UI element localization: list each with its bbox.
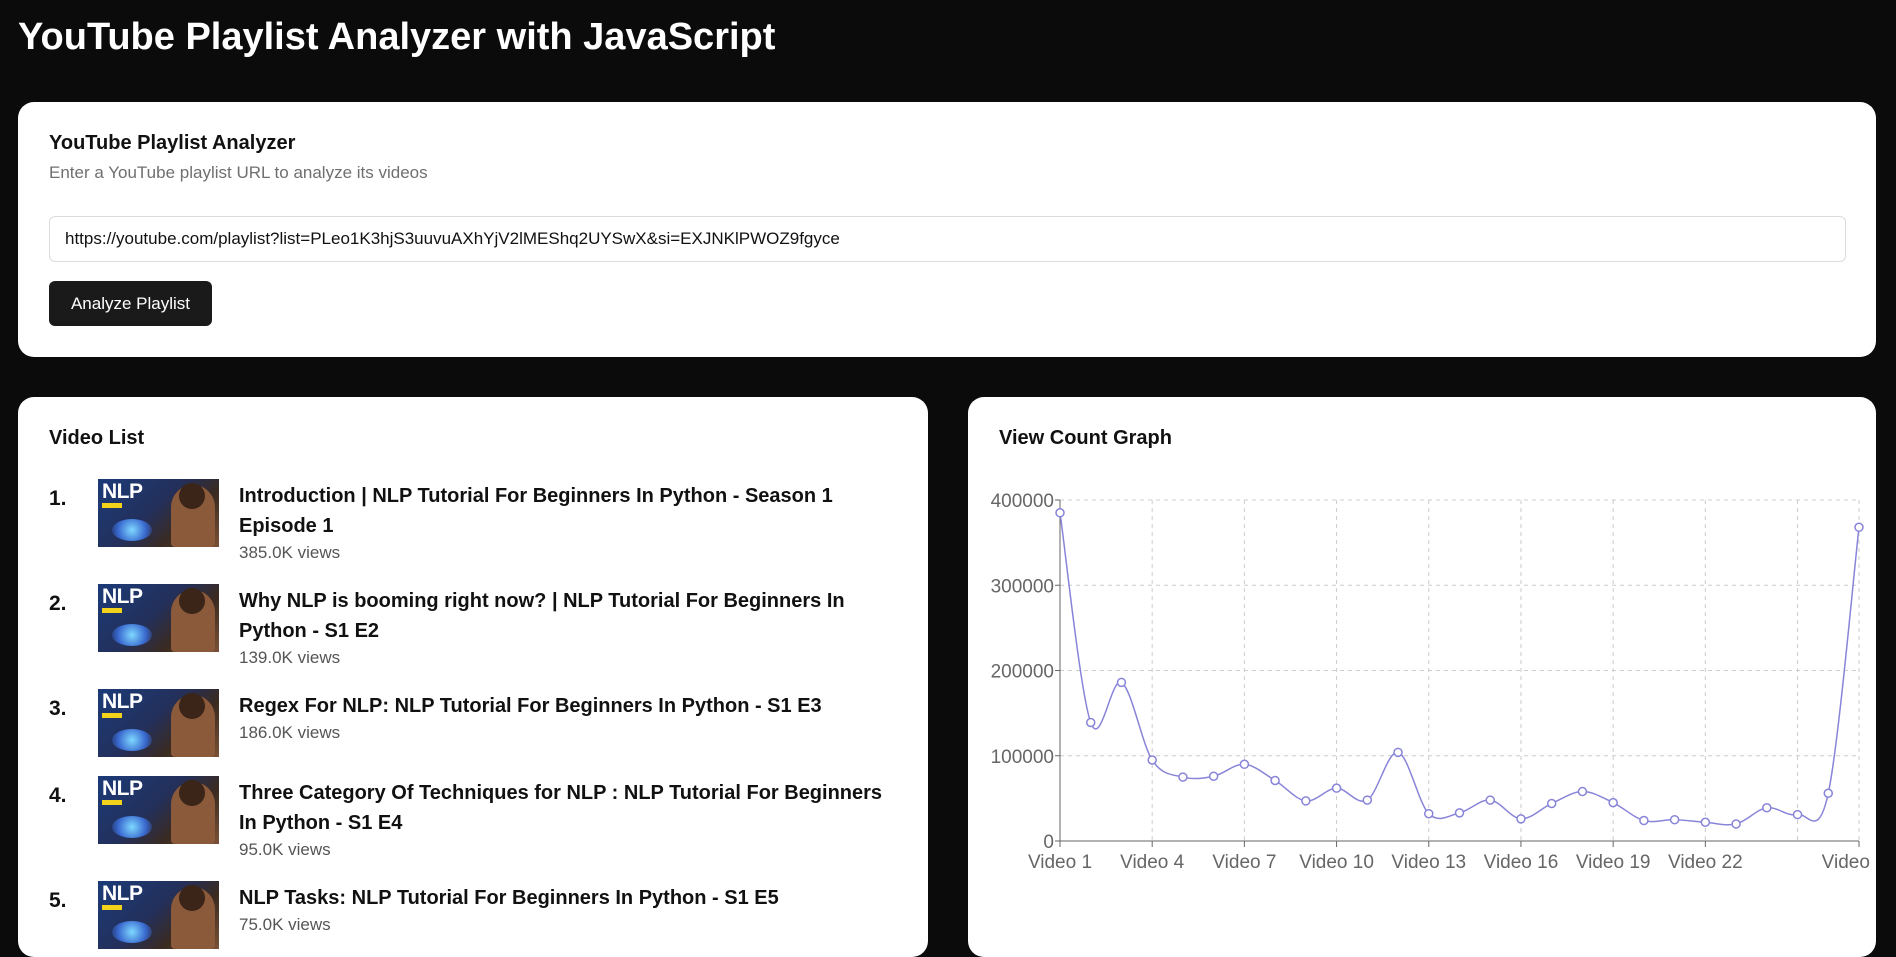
data-point [1178,772,1188,782]
thumbnail-tag [102,608,122,613]
data-point [1301,796,1311,806]
page-title: YouTube Playlist Analyzer with JavaScrip… [18,16,776,58]
thumbnail-logo: NLP [102,585,143,608]
video-index: 5. [49,889,67,912]
data-point [1055,508,1065,518]
thumbnail-glow [112,519,152,541]
video-views: 186.0K views [239,723,341,742]
x-tick-label: Video 13 [1391,852,1466,873]
data-point [1792,809,1803,820]
thumbnail-presenter-head [179,483,205,509]
y-axis-ticks: 0 100000 200000 300000 400000 [991,491,1060,853]
thumbnail-logo: NLP [102,777,143,800]
thumbnail-glow [112,729,152,751]
data-point [1454,808,1465,818]
x-tick-label: Video 19 [1576,852,1651,873]
video-title[interactable]: Why NLP is booming right now? | NLP Tuto… [239,586,889,646]
data-point [1577,786,1588,797]
data-point [1362,795,1373,805]
chart-axes [1059,500,1859,842]
video-title[interactable]: Three Category Of Techniques for NLP : N… [239,778,889,838]
data-point [1239,759,1250,770]
thumbnail-presenter-head [179,588,205,614]
thumbnail-glow [112,921,152,943]
view-count-graph-card: View Count Graph 0 100000 200000 300000 4000… [968,397,1876,957]
video-index: 1. [49,487,67,510]
thumbnail-glow [112,816,152,838]
x-tick-label: Video 1 [1028,852,1092,873]
x-tick-label: Video 7 [1212,852,1276,873]
video-thumbnail[interactable]: NLP [98,584,219,652]
data-point [1147,755,1157,765]
thumbnail-tag [102,503,122,508]
y-tick-label: 0 [1043,832,1054,853]
video-list-card: Video List 1. NLP Introduction | NLP Tut… [18,397,928,957]
x-tick-label: Video 22 [1668,852,1743,873]
data-point [1762,803,1772,813]
y-tick-label: 100000 [991,747,1054,768]
video-views: 75.0K views [239,915,331,934]
data-point [1270,775,1280,786]
x-tick-label: Video 16 [1484,852,1559,873]
data-point [1208,771,1219,781]
data-point [1331,783,1342,793]
thumbnail-logo: NLP [102,882,143,905]
data-point [1485,795,1495,805]
data-point [1608,797,1618,808]
analyze-playlist-button[interactable]: Analyze Playlist [49,281,212,326]
thumbnail-presenter-head [179,693,205,719]
thumbnail-logo: NLP [102,690,143,713]
analyzer-title: YouTube Playlist Analyzer [49,132,296,154]
thumbnail-presenter-head [179,885,205,911]
video-title[interactable]: Regex For NLP: NLP Tutorial For Beginner… [239,691,889,721]
video-list-title: Video List [49,427,145,449]
x-axis-ticks: Video 1 Video 4 Video 7 Video 10 Video 13 Vid… [1028,841,1876,873]
thumbnail-tag [102,905,122,910]
view-count-points [1055,508,1864,829]
y-tick-label: 200000 [991,662,1054,683]
video-thumbnail[interactable]: NLP [98,776,219,844]
x-tick-label: Video 10 [1299,852,1374,873]
data-point [1669,814,1680,825]
data-point [1700,817,1711,827]
video-index: 2. [49,592,67,615]
video-index: 3. [49,697,67,720]
playlist-url-input[interactable] [49,216,1846,262]
data-point [1639,815,1649,826]
analyzer-subtitle: Enter a YouTube playlist URL to analyze … [49,163,428,182]
video-views: 95.0K views [239,840,331,859]
x-tick-label: Video 4 [1120,852,1185,873]
analyzer-card: YouTube Playlist Analyzer Enter a YouTub… [18,102,1876,357]
y-tick-label: 300000 [991,576,1054,597]
video-thumbnail[interactable]: NLP [98,479,219,547]
data-point [1085,717,1096,728]
video-title[interactable]: Introduction | NLP Tutorial For Beginner… [239,481,889,541]
view-count-chart: 0 100000 200000 300000 400000 Video 1 Video 4… [991,491,1876,873]
data-point [1546,798,1557,809]
data-point [1424,808,1434,819]
thumbnail-tag [102,800,122,805]
y-tick-label: 400000 [991,491,1054,512]
data-point [1823,788,1834,799]
video-views: 139.0K views [239,648,341,667]
thumbnail-glow [112,624,152,646]
x-tick-label: Video 27 [1822,852,1876,873]
video-thumbnail[interactable]: NLP [98,881,219,949]
thumbnail-tag [102,713,122,718]
data-point [1854,522,1864,533]
data-point [1393,747,1403,758]
data-point [1116,677,1127,688]
video-views: 385.0K views [239,543,341,562]
video-index: 4. [49,784,67,807]
video-title[interactable]: NLP Tasks: NLP Tutorial For Beginners In… [239,883,889,913]
data-point [1731,819,1741,829]
thumbnail-logo: NLP [102,480,143,503]
thumbnail-presenter-head [179,780,205,806]
data-point [1516,814,1526,824]
chart-grid [1059,499,1860,842]
video-thumbnail[interactable]: NLP [98,689,219,757]
